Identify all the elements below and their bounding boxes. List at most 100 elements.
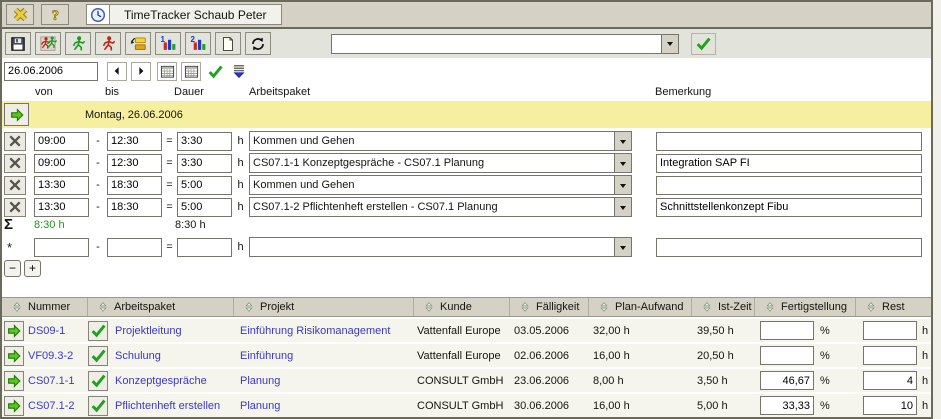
header-arbeitspaket[interactable]: Arbeitspaket bbox=[88, 298, 234, 316]
bemerkung-input[interactable] bbox=[656, 132, 922, 151]
chevron-down-icon[interactable] bbox=[661, 35, 678, 53]
collapse-day-button[interactable] bbox=[229, 62, 249, 81]
goto-day-button[interactable] bbox=[4, 103, 29, 126]
new-dauer-input[interactable] bbox=[177, 238, 232, 257]
sort-icon[interactable] bbox=[243, 301, 255, 313]
check-icon bbox=[207, 63, 224, 80]
fertigstellung-input[interactable] bbox=[760, 371, 814, 390]
task-done-button[interactable] bbox=[88, 321, 108, 341]
stop-runner-button[interactable] bbox=[95, 32, 121, 55]
goto-task-button[interactable] bbox=[4, 371, 24, 391]
rest-input[interactable] bbox=[863, 396, 917, 415]
collapse-icon bbox=[231, 63, 247, 79]
sort-icon[interactable] bbox=[519, 301, 531, 313]
bemerkung-input[interactable] bbox=[656, 198, 922, 217]
dauer-input[interactable] bbox=[177, 176, 232, 195]
date-input[interactable] bbox=[4, 62, 98, 81]
sort-icon[interactable] bbox=[865, 301, 877, 313]
sort-icon[interactable] bbox=[764, 301, 776, 313]
delete-entry-button[interactable] bbox=[4, 176, 26, 195]
hours-unit: h bbox=[232, 241, 249, 253]
delete-entry-button[interactable] bbox=[4, 132, 26, 151]
task-done-button[interactable] bbox=[88, 371, 108, 391]
bis-input[interactable] bbox=[107, 176, 162, 195]
confirm-date-button[interactable] bbox=[205, 62, 225, 81]
kunde-cell: Vattenfall Europe bbox=[414, 350, 510, 362]
arbeitspaket-combo[interactable]: Kommen und Gehen bbox=[249, 131, 632, 151]
day-row: Montag, 26.06.2006 bbox=[2, 101, 931, 128]
chevron-down-icon[interactable] bbox=[614, 198, 631, 216]
von-input[interactable] bbox=[34, 154, 89, 173]
arrow-right-icon bbox=[135, 65, 147, 77]
header-rest[interactable]: Rest bbox=[856, 298, 933, 316]
bis-input[interactable] bbox=[107, 132, 162, 151]
new-bis-input[interactable] bbox=[107, 238, 162, 257]
new-bemerkung-input[interactable] bbox=[656, 238, 922, 257]
new-arbeitspaket-combo[interactable] bbox=[249, 237, 632, 257]
header-fertigstellung[interactable]: Fertigstellung bbox=[755, 298, 856, 316]
task-table-header: Nummer Arbeitspaket Projekt Kunde Fällig… bbox=[2, 297, 931, 317]
header-kunde[interactable]: Kunde bbox=[414, 298, 510, 316]
rest-input[interactable] bbox=[863, 321, 917, 340]
refresh-button[interactable] bbox=[245, 32, 271, 55]
fertigstellung-input[interactable] bbox=[760, 321, 814, 340]
bis-input[interactable] bbox=[107, 154, 162, 173]
delete-entry-button[interactable] bbox=[4, 154, 26, 173]
sort-icon[interactable] bbox=[11, 301, 23, 313]
fertigstellung-input[interactable] bbox=[760, 396, 814, 415]
confirm-task-button[interactable] bbox=[691, 33, 716, 55]
chevron-down-icon[interactable] bbox=[614, 238, 631, 256]
bemerkung-input[interactable] bbox=[656, 154, 922, 173]
remove-row-button[interactable]: − bbox=[4, 260, 21, 277]
switch-task-button[interactable] bbox=[125, 32, 151, 55]
delete-entry-button[interactable] bbox=[4, 198, 26, 217]
chevron-down-icon[interactable] bbox=[614, 154, 631, 172]
start-stop-button[interactable] bbox=[35, 32, 61, 55]
start-runner-button[interactable] bbox=[65, 32, 91, 55]
save-button[interactable] bbox=[5, 32, 31, 55]
calendar-button[interactable] bbox=[157, 62, 177, 81]
bemerkung-input[interactable] bbox=[656, 176, 922, 195]
rest-input[interactable] bbox=[863, 371, 917, 390]
task-done-button[interactable] bbox=[88, 346, 108, 366]
sort-icon[interactable] bbox=[701, 301, 713, 313]
dauer-input[interactable] bbox=[177, 198, 232, 217]
rest-input[interactable] bbox=[863, 346, 917, 365]
sort-icon[interactable] bbox=[97, 301, 109, 313]
report-2-button[interactable]: 2 bbox=[185, 32, 211, 55]
new-document-button[interactable] bbox=[215, 32, 241, 55]
arbeitspaket-combo[interactable]: CS07.1-2 Pflichtenheft erstellen - CS07.… bbox=[249, 197, 632, 217]
header-ist-zeit[interactable]: Ist-Zeit bbox=[692, 298, 755, 316]
chevron-down-icon[interactable] bbox=[614, 132, 631, 150]
goto-task-button[interactable] bbox=[4, 346, 24, 366]
dauer-input[interactable] bbox=[177, 132, 232, 151]
new-von-input[interactable] bbox=[34, 238, 89, 257]
chevron-down-icon[interactable] bbox=[614, 176, 631, 194]
goto-task-button[interactable] bbox=[4, 321, 24, 341]
add-row-button[interactable]: + bbox=[24, 260, 41, 277]
next-day-button[interactable] bbox=[131, 62, 151, 81]
sort-icon[interactable] bbox=[598, 301, 610, 313]
calendar-small-button[interactable] bbox=[181, 62, 201, 81]
goto-task-button[interactable] bbox=[4, 396, 24, 416]
close-button[interactable] bbox=[6, 4, 34, 25]
header-plan-aufwand[interactable]: Plan-Aufwand bbox=[589, 298, 692, 316]
previous-day-button[interactable] bbox=[107, 62, 127, 81]
task-done-button[interactable] bbox=[88, 396, 108, 416]
dauer-input[interactable] bbox=[177, 154, 232, 173]
report-1-button[interactable]: 1 bbox=[155, 32, 181, 55]
bis-input[interactable] bbox=[107, 198, 162, 217]
arbeitspaket-combo[interactable]: Kommen und Gehen bbox=[249, 175, 632, 195]
help-button[interactable]: ? bbox=[41, 4, 69, 25]
von-input[interactable] bbox=[34, 176, 89, 195]
sort-icon[interactable] bbox=[423, 301, 435, 313]
arbeitspaket-combo[interactable]: CS07.1-1 Konzeptgespräche - CS07.1 Planu… bbox=[249, 153, 632, 173]
von-input[interactable] bbox=[34, 198, 89, 217]
header-projekt[interactable]: Projekt bbox=[234, 298, 414, 316]
fertigstellung-input[interactable] bbox=[760, 346, 814, 365]
von-input[interactable] bbox=[34, 132, 89, 151]
plan-aufwand-cell: 16,00 h bbox=[589, 400, 692, 412]
task-select-combo[interactable] bbox=[331, 34, 679, 54]
header-nummer[interactable]: Nummer bbox=[2, 298, 88, 316]
header-faelligkeit[interactable]: Fälligkeit bbox=[510, 298, 589, 316]
